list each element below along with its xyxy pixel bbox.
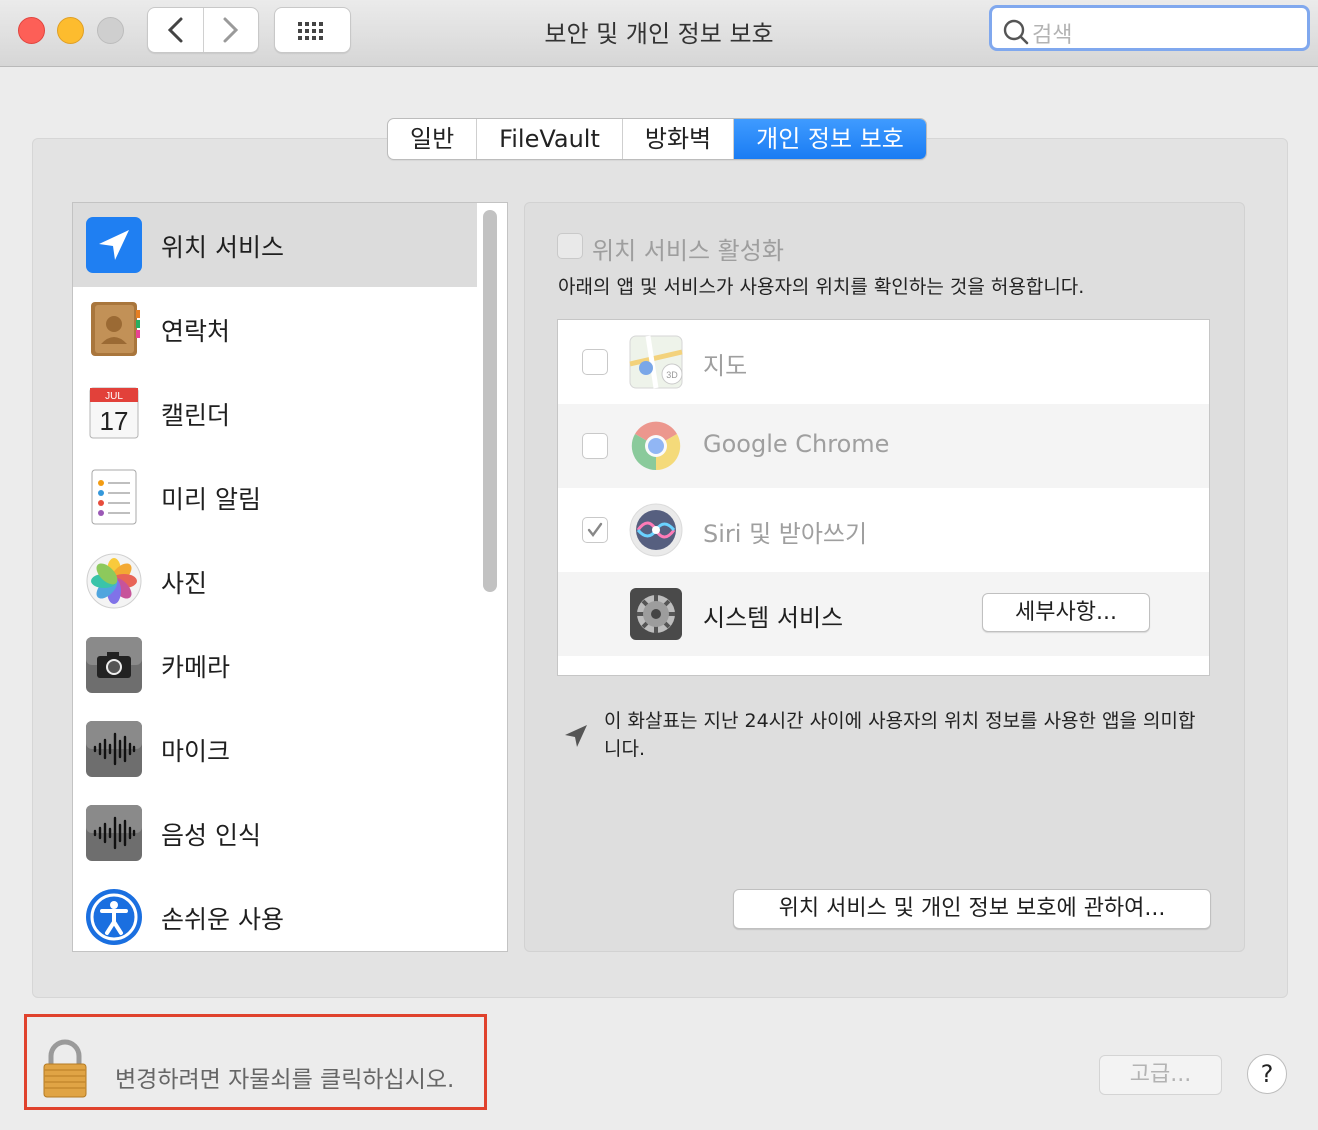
system-gear-icon <box>630 588 682 640</box>
sidebar-item-label: 위치 서비스 <box>161 233 284 262</box>
app-row-chrome: Google Chrome <box>558 404 1209 488</box>
contacts-icon <box>91 302 140 356</box>
sidebar-item-label: 미리 알림 <box>161 485 261 514</box>
photos-icon <box>86 553 142 609</box>
siri-checkbox[interactable] <box>582 517 608 543</box>
sidebar-item-location-services[interactable]: 위치 서비스 <box>73 203 477 287</box>
checkmark-icon <box>587 522 603 537</box>
sidebar-item-accessibility[interactable]: 손쉬운 사용 <box>73 875 477 951</box>
sidebar-item-label: 손쉬운 사용 <box>161 905 284 934</box>
tab-filevault[interactable]: FileVault <box>477 119 623 159</box>
location-description: 아래의 앱 및 서비스가 사용자의 위치를 확인하는 것을 허용합니다. <box>558 276 1085 298</box>
privacy-category-list: 위치 서비스 연락처 JUL 17 캘린더 미리 알림 사진 카메라 마이크 음… <box>72 202 508 952</box>
sidebar-item-label: 사진 <box>161 569 208 598</box>
sidebar-item-calendar[interactable]: JUL 17 캘린더 <box>73 371 477 455</box>
search-field[interactable]: 검색 <box>989 5 1310 51</box>
sidebar-item-photos[interactable]: 사진 <box>73 539 477 623</box>
maps-icon: 3D <box>629 335 683 389</box>
app-label: 지도 <box>703 352 748 380</box>
app-row-system-services: 시스템 서비스 세부사항... <box>558 572 1209 656</box>
svg-text:3D: 3D <box>666 370 678 380</box>
app-label: Google Chrome <box>703 430 890 458</box>
sidebar-scrollbar[interactable] <box>483 210 497 592</box>
sidebar-item-label: 마이크 <box>161 737 231 766</box>
location-arrow-note: 이 화살표는 지난 24시간 사이에 사용자의 위치 정보를 사용한 앱을 의미… <box>604 710 1196 760</box>
sidebar-item-label: 캘린더 <box>161 401 231 430</box>
sidebar-item-contacts[interactable]: 연락처 <box>73 287 477 371</box>
sidebar-item-camera[interactable]: 카메라 <box>73 623 477 707</box>
tab-bar: 일반 FileVault 방화벽 개인 정보 보호 <box>387 118 927 160</box>
search-icon <box>1003 19 1029 45</box>
maps-checkbox[interactable] <box>582 349 608 375</box>
enable-location-services-label: 위치 서비스 활성화 <box>592 237 784 265</box>
chrome-icon <box>631 421 681 471</box>
help-button[interactable]: ? <box>1247 1054 1287 1094</box>
search-placeholder: 검색 <box>1032 23 1073 48</box>
calendar-icon: JUL 17 <box>89 387 139 439</box>
sidebar-item-label: 음성 인식 <box>161 821 261 850</box>
camera-icon <box>86 637 142 693</box>
sidebar-item-microphone[interactable]: 마이크 <box>73 707 477 791</box>
lock-instruction-text: 변경하려면 자물쇠를 클릭하십시오. <box>115 1067 455 1093</box>
svg-text:JUL: JUL <box>105 391 123 402</box>
tab-firewall[interactable]: 방화벽 <box>623 119 735 159</box>
tab-general[interactable]: 일반 <box>388 119 478 159</box>
speech-recognition-icon <box>86 805 142 861</box>
microphone-icon <box>86 721 142 777</box>
accessibility-icon <box>86 889 142 945</box>
lock-icon[interactable] <box>40 1038 90 1100</box>
sidebar-item-label: 카메라 <box>161 653 231 682</box>
app-label: Siri 및 받아쓰기 <box>703 520 868 548</box>
sidebar-item-label: 연락처 <box>161 317 231 346</box>
chrome-checkbox[interactable] <box>582 433 608 459</box>
reminders-icon <box>91 469 137 525</box>
app-label: 시스템 서비스 <box>703 604 844 632</box>
app-location-list: 3D 지도 Google Chrome Siri 및 받아쓰기 시스템 서비스 … <box>557 319 1210 676</box>
location-arrow-icon <box>86 217 142 273</box>
sidebar-item-reminders[interactable]: 미리 알림 <box>73 455 477 539</box>
enable-location-services-checkbox[interactable] <box>557 233 583 259</box>
title-bar: 보안 및 개인 정보 보호 검색 <box>0 0 1318 67</box>
location-arrow-icon <box>565 725 587 747</box>
siri-icon <box>629 503 683 557</box>
tab-privacy[interactable]: 개인 정보 보호 <box>734 119 926 159</box>
app-row-siri: Siri 및 받아쓰기 <box>558 488 1209 572</box>
sidebar-item-speech-recognition[interactable]: 음성 인식 <box>73 791 477 875</box>
advanced-button[interactable]: 고급... <box>1099 1055 1222 1095</box>
details-button[interactable]: 세부사항... <box>982 593 1150 632</box>
about-location-privacy-button[interactable]: 위치 서비스 및 개인 정보 보호에 관하여... <box>733 889 1211 929</box>
svg-text:17: 17 <box>100 406 129 436</box>
app-row-maps: 3D 지도 <box>558 320 1209 404</box>
